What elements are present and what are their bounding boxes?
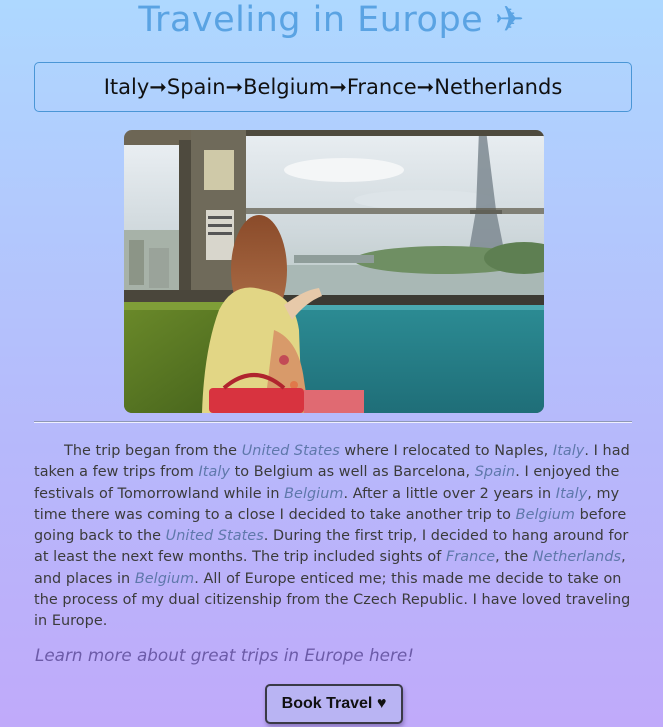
story-text: The trip began from the [64, 443, 242, 459]
learn-more-link[interactable]: Learn more about great trips in Europe h… [35, 645, 414, 665]
place-name: France [445, 549, 496, 566]
story-text: . After a little over 2 years in [343, 485, 556, 502]
place-name: Belgium [515, 506, 575, 523]
place-name: Spain [474, 464, 516, 481]
section-divider [34, 421, 632, 423]
place-name: Netherlands [532, 549, 622, 566]
story-text: , the [495, 549, 533, 566]
place-name: Italy [198, 464, 230, 481]
photo-woman-train-eiffel-tower-icon [124, 130, 544, 413]
place-name: Belgium [134, 570, 195, 587]
story-text: where I relocated to Naples, [339, 443, 553, 459]
story-text: to Belgium as well as Barcelona, [229, 464, 475, 481]
travel-photo [124, 130, 544, 413]
place-name: United States [241, 443, 340, 459]
route-banner: Italy➞Spain➞Belgium➞France➞Netherlands [34, 62, 632, 112]
place-name: United States [165, 528, 264, 545]
book-travel-button[interactable]: Book Travel ♥ [265, 684, 403, 724]
route-text: Italy➞Spain➞Belgium➞France➞Netherlands [103, 75, 563, 99]
story-paragraph: The trip began from the United States wh… [34, 441, 634, 633]
page-title: Traveling in Europe ✈ [138, 0, 525, 40]
place-name: Belgium [284, 485, 344, 502]
place-name: Italy [555, 485, 588, 502]
place-name: Italy [552, 443, 585, 459]
